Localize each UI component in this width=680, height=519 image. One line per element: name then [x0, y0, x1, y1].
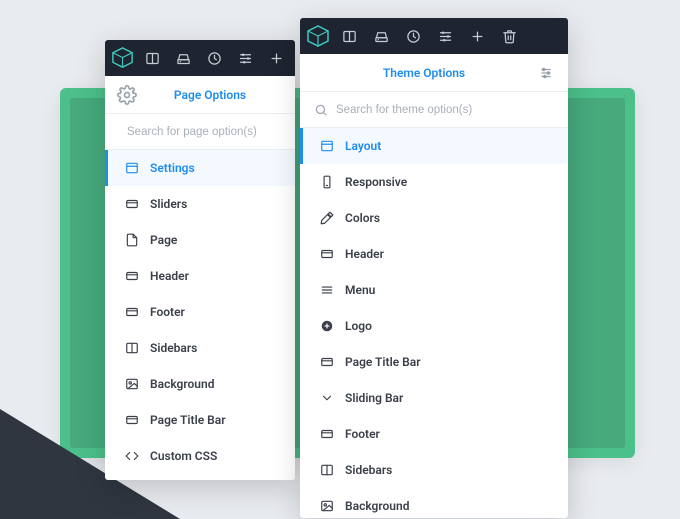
- list-item-label: Sliding Bar: [345, 391, 552, 405]
- list-item[interactable]: Footer: [300, 416, 568, 452]
- columns-icon: [124, 340, 140, 356]
- sliders-button[interactable]: [233, 45, 258, 71]
- search-input[interactable]: [127, 126, 281, 138]
- image-icon: [319, 498, 335, 514]
- clock-button[interactable]: [202, 45, 227, 71]
- list-item[interactable]: Custom CSS: [105, 438, 295, 474]
- list-item[interactable]: Sidebars: [105, 330, 295, 366]
- search-bar[interactable]: [105, 114, 295, 150]
- panel-title: Theme Options: [312, 66, 536, 80]
- list-item[interactable]: Background: [300, 488, 568, 518]
- list-item-label: Header: [345, 247, 552, 261]
- list-item[interactable]: Footer: [105, 294, 295, 330]
- toolbar: [105, 40, 295, 76]
- app-logo: [306, 24, 330, 48]
- list-item[interactable]: Page: [105, 222, 295, 258]
- list-item-label: Layout: [345, 139, 552, 153]
- columns-button[interactable]: [140, 45, 165, 71]
- list-item[interactable]: Colors: [300, 200, 568, 236]
- image-icon: [124, 376, 140, 392]
- list-item-label: Background: [150, 377, 279, 391]
- card-icon: [124, 304, 140, 320]
- plus-button[interactable]: [464, 23, 490, 49]
- list-item[interactable]: Logo: [300, 308, 568, 344]
- panel-titlebar: Page Options: [105, 76, 295, 114]
- plus-circle-icon: [319, 318, 335, 334]
- search-bar[interactable]: [300, 92, 568, 128]
- clock-button[interactable]: [400, 23, 426, 49]
- dropper-icon: [319, 210, 335, 226]
- columns-icon: [319, 462, 335, 478]
- search-input[interactable]: [336, 104, 554, 116]
- menu-icon: [319, 282, 335, 298]
- app-logo: [111, 46, 134, 70]
- list-item-label: Responsive: [345, 175, 552, 189]
- list-item[interactable]: Page Title Bar: [300, 344, 568, 380]
- file-icon: [124, 232, 140, 248]
- list-item-label: Page Title Bar: [345, 355, 552, 369]
- card-icon: [319, 426, 335, 442]
- list-item-label: Menu: [345, 283, 552, 297]
- drive-button[interactable]: [368, 23, 394, 49]
- drive-button[interactable]: [171, 45, 196, 71]
- window-icon: [319, 138, 335, 154]
- card-icon: [319, 354, 335, 370]
- list-item[interactable]: Sidebars: [300, 452, 568, 488]
- panel-title: Page Options: [137, 88, 283, 102]
- plus-button[interactable]: [264, 45, 289, 71]
- card-icon: [319, 246, 335, 262]
- card-icon: [124, 268, 140, 284]
- list-item[interactable]: Import/Export: [105, 474, 295, 480]
- list-item[interactable]: Header: [300, 236, 568, 272]
- list-item[interactable]: Settings: [105, 150, 295, 186]
- page-options-panel: Page Options Settings Sliders Page Heade…: [105, 40, 295, 480]
- phone-icon: [319, 174, 335, 190]
- list-item[interactable]: Header: [105, 258, 295, 294]
- list-item[interactable]: Sliders: [105, 186, 295, 222]
- list-item[interactable]: Sliding Bar: [300, 380, 568, 416]
- sliders-button[interactable]: [432, 23, 458, 49]
- list-item-label: Colors: [345, 211, 552, 225]
- panel-titlebar: Theme Options: [300, 54, 568, 92]
- search-icon: [314, 103, 328, 117]
- trash-button[interactable]: [496, 23, 522, 49]
- list-item-label: Sidebars: [345, 463, 552, 477]
- list-item-label: Sidebars: [150, 341, 279, 355]
- card-icon: [124, 412, 140, 428]
- gear-icon[interactable]: [117, 85, 137, 105]
- window-icon: [124, 160, 140, 176]
- list-item[interactable]: Page Title Bar: [105, 402, 295, 438]
- list-item-label: Footer: [345, 427, 552, 441]
- list-item-label: Footer: [150, 305, 279, 319]
- columns-button[interactable]: [336, 23, 362, 49]
- list-item-label: Background: [345, 499, 552, 513]
- options-list: Settings Sliders Page Header Footer Side…: [105, 150, 295, 480]
- list-item-label: Logo: [345, 319, 552, 333]
- list-item-label: Header: [150, 269, 279, 283]
- list-item[interactable]: Background: [105, 366, 295, 402]
- chevron-icon: [319, 390, 335, 406]
- list-item-label: Page Title Bar: [150, 413, 279, 427]
- list-item[interactable]: Layout: [300, 128, 568, 164]
- options-list: Layout Responsive Colors Header Menu Log…: [300, 128, 568, 518]
- sliders-icon[interactable]: [536, 66, 556, 80]
- theme-options-panel: Theme Options Layout Responsive Colors H…: [300, 18, 568, 518]
- code-icon: [124, 448, 140, 464]
- list-item-label: Settings: [150, 161, 279, 175]
- list-item-label: Page: [150, 233, 279, 247]
- list-item-label: Sliders: [150, 197, 279, 211]
- list-item[interactable]: Responsive: [300, 164, 568, 200]
- toolbar: [300, 18, 568, 54]
- list-item[interactable]: Menu: [300, 272, 568, 308]
- card-icon: [124, 196, 140, 212]
- list-item-label: Custom CSS: [150, 449, 279, 463]
